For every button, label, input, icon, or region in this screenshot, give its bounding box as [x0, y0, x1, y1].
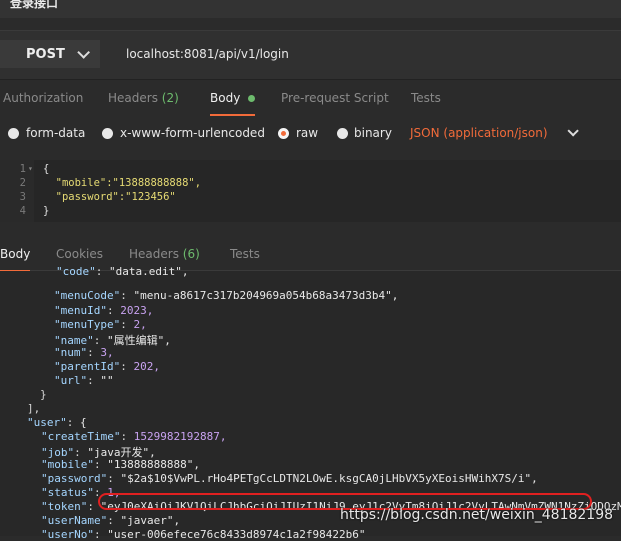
response-line: "url": "" [54, 374, 114, 387]
tab-body[interactable]: Body [210, 84, 256, 116]
code-line: { [43, 163, 50, 175]
radio-binary[interactable] [337, 128, 348, 139]
response-line: "password": "$2a$10$VwPL.rHo4PETgCcLDTN2… [41, 472, 538, 485]
tab-headers-label: Headers [108, 91, 158, 105]
request-tabs: Authorization Headers (2) Body Pre-reque… [0, 84, 621, 116]
response-line: "menuId": 2023, [54, 304, 154, 317]
radio-form-data[interactable] [8, 128, 19, 139]
code-line: "password":"123456" [43, 191, 176, 203]
request-body-editor[interactable]: 1 ▾ 2 3 4 { "mobile":"13888888888", "pas… [0, 160, 621, 222]
resp-tab-tests[interactable]: Tests [230, 240, 260, 270]
watermark-text: https://blog.csdn.net/weixin_48182198 [340, 507, 614, 523]
label-urlencoded: x-www-form-urlencoded [120, 126, 265, 140]
pane-divider[interactable] [0, 226, 621, 238]
method-select[interactable]: POST [0, 40, 100, 68]
content-type-select[interactable]: JSON (application/json) [410, 125, 580, 140]
code-line: "mobile":"13888888888", [43, 177, 202, 189]
label-binary: binary [354, 126, 392, 140]
response-line: "num": 3, [54, 346, 114, 359]
url-input[interactable]: localhost:8081/api/v1/login [110, 40, 621, 68]
tab-headers[interactable]: Headers (2) [108, 84, 179, 114]
label-form-data: form-data [26, 126, 86, 140]
label-raw: raw [296, 126, 319, 140]
request-url-bar: POST localhost:8081/api/v1/login [0, 30, 621, 80]
window-titlebar: 登录接口 [0, 0, 621, 18]
resp-tab-body[interactable]: Body [0, 240, 31, 272]
resp-tab-headers-count: (6) [182, 247, 200, 261]
resp-tab-headers-label: Headers [129, 247, 179, 261]
tab-authorization[interactable]: Authorization [3, 84, 83, 114]
response-line: "userNo": "user-006efece76c8433d8974c1a2… [41, 528, 366, 541]
response-line: "menuCode": "menu-a8617c317b204969a054b6… [54, 289, 399, 302]
response-line: "createTime": 1529982192887, [41, 430, 227, 443]
method-label: POST [26, 46, 65, 62]
fold-arrow-icon[interactable]: ▾ [28, 164, 33, 173]
response-line: "user": { [27, 416, 87, 429]
response-line: "parentId": 202, [54, 360, 160, 373]
tab-headers-count: (2) [161, 91, 179, 105]
response-line: } [40, 388, 47, 401]
tab-tests[interactable]: Tests [411, 84, 441, 114]
tab-body-label: Body [210, 91, 241, 105]
chevron-down-icon [567, 125, 580, 137]
response-line: ], [27, 402, 41, 415]
window-title: 登录接口 [10, 0, 59, 10]
line-number: 4 [19, 205, 26, 217]
code-line: } [43, 205, 50, 217]
line-number: 1 [19, 163, 26, 175]
response-line: "userName": "javaer", [41, 514, 181, 527]
response-line: "code": "data.edit", [56, 265, 189, 278]
editor-gutter: 1 ▾ 2 3 4 [0, 160, 34, 222]
radio-raw[interactable] [278, 128, 289, 139]
content-type-label: JSON (application/json) [410, 126, 548, 140]
line-number: 2 [19, 177, 26, 189]
response-line: "menuType": 2, [54, 318, 147, 331]
response-line: "mobile": "13888888888", [41, 458, 200, 471]
chevron-down-icon [77, 45, 90, 59]
body-type-options: form-data x-www-form-urlencoded raw bina… [0, 120, 621, 152]
body-active-dot-icon [248, 95, 256, 102]
tab-prerequest-script[interactable]: Pre-request Script [281, 84, 389, 114]
line-number: 3 [19, 191, 26, 203]
radio-urlencoded[interactable] [102, 128, 113, 139]
